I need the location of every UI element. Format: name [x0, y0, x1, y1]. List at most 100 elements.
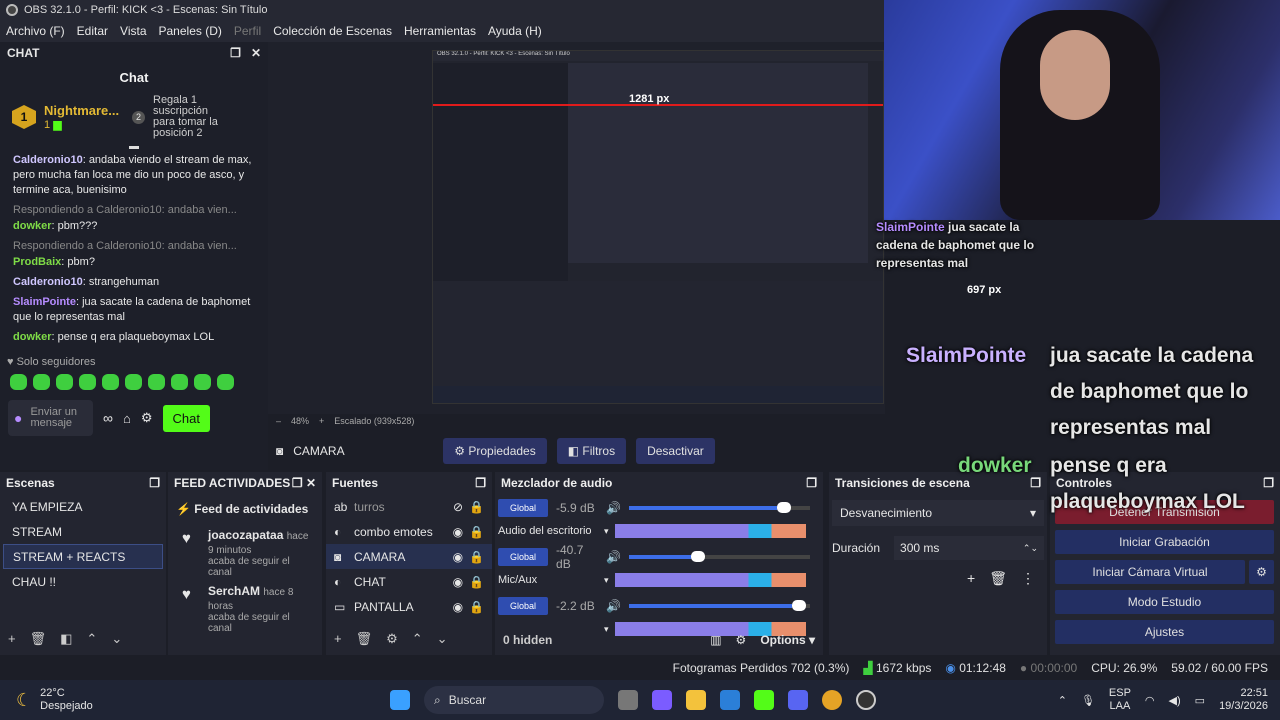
emote-icon[interactable]	[194, 374, 211, 390]
language-indicator[interactable]: ESP LAA	[1109, 687, 1131, 713]
float-icon[interactable]: ❐	[149, 476, 160, 490]
add-icon[interactable]: +	[8, 631, 16, 647]
infinity-icon[interactable]: ∞	[103, 410, 113, 426]
store-icon[interactable]: ⌂	[123, 411, 131, 426]
visibility-icon[interactable]: ◉	[453, 550, 463, 564]
visibility-icon[interactable]: ◉	[453, 575, 463, 589]
lock-icon[interactable]: 🔒	[469, 500, 484, 514]
menu-coleccion[interactable]: Colección de Escenas	[267, 24, 398, 38]
menu-vista[interactable]: Vista	[114, 24, 152, 38]
zoom-in-button[interactable]: +	[319, 416, 324, 426]
close-icon[interactable]: ✕	[306, 476, 316, 490]
chat-send-button[interactable]: Chat	[162, 404, 210, 432]
chat-username[interactable]: dowker	[13, 220, 52, 232]
lock-icon[interactable]: 🔒	[469, 575, 484, 589]
chat-input[interactable]: ● Enviar un mensaje	[8, 400, 93, 436]
menu-ayuda[interactable]: Ayuda (H)	[482, 24, 548, 38]
source-item[interactable]: ◐ combo emotes ◉ 🔒	[326, 519, 492, 544]
filter-icon[interactable]: ◧	[60, 631, 72, 647]
duration-spinbox[interactable]: 300 ms ⌃⌄	[894, 536, 1044, 560]
track-name[interactable]: Global	[498, 499, 549, 517]
menu-herramientas[interactable]: Herramientas	[398, 24, 482, 38]
feed-user[interactable]: SerchAM	[208, 584, 260, 598]
mixer-gear-icon[interactable]: ⚙	[736, 633, 747, 647]
lock-icon[interactable]: 🔒	[469, 550, 484, 564]
visibility-icon[interactable]: ◉	[453, 600, 463, 614]
source-item[interactable]: ab turros ⊘ 🔒	[326, 494, 492, 519]
zoom-out-button[interactable]: –	[276, 416, 281, 426]
scene-item[interactable]: STREAM + REACTS	[3, 544, 163, 569]
volume-icon[interactable]: 🔊	[606, 501, 621, 515]
emote-icon[interactable]	[79, 374, 96, 390]
taskbar-search[interactable]: ⌕ Buscar	[424, 686, 604, 714]
clock[interactable]: 22:51 19/3/2026	[1219, 687, 1268, 713]
track-name[interactable]: Global	[498, 548, 549, 566]
menu-paneles[interactable]: Paneles (D)	[153, 24, 228, 38]
up-icon[interactable]: ⌃	[412, 631, 423, 647]
float-icon[interactable]: ❐	[475, 476, 486, 490]
visibility-icon[interactable]: ⊘	[453, 500, 463, 514]
chat-username[interactable]: dowker	[13, 331, 52, 343]
kick-icon[interactable]	[754, 690, 774, 710]
up-icon[interactable]: ⌃	[86, 631, 97, 647]
chat-username[interactable]: ProdBaix	[13, 256, 61, 268]
float-icon[interactable]: ❐	[292, 476, 303, 490]
chevron-up-icon[interactable]: ⌃	[1058, 694, 1067, 707]
studio-mode-button[interactable]: Modo Estudio	[1055, 590, 1274, 614]
track-name[interactable]: Global	[498, 597, 549, 615]
source-item[interactable]: ◐ CHAT ◉ 🔒	[326, 569, 492, 594]
float-icon[interactable]: ❐	[806, 476, 817, 490]
trash-icon[interactable]: 🗑	[989, 570, 1007, 587]
feed-user[interactable]: joacozapataa	[208, 528, 283, 542]
options-button[interactable]: Options ▾	[760, 633, 815, 647]
virtual-cam-settings-icon[interactable]: ⚙	[1249, 560, 1274, 584]
volume-icon[interactable]: 🔊	[606, 599, 621, 613]
pinned-name[interactable]: Nightmare...	[44, 103, 124, 118]
mic-icon[interactable]: ●	[14, 410, 22, 426]
store-icon[interactable]	[720, 690, 740, 710]
wifi-icon[interactable]: ◠	[1145, 694, 1155, 707]
down-icon[interactable]: ⌄	[437, 631, 448, 647]
filters-button[interactable]: ◧ Filtros	[556, 438, 627, 464]
weather-widget[interactable]: ☾ 22°C Despejado	[0, 687, 300, 713]
volume-slider[interactable]	[628, 502, 810, 513]
down-icon[interactable]: ⌄	[111, 631, 122, 647]
add-icon[interactable]: +	[967, 570, 975, 587]
volume-icon[interactable]: ◀)	[1169, 694, 1181, 707]
emote-icon[interactable]	[33, 374, 50, 390]
chevron-down-icon[interactable]: ▾	[604, 575, 609, 586]
emote-icon[interactable]	[125, 374, 142, 390]
settings-button[interactable]: Ajustes	[1055, 620, 1274, 644]
close-icon[interactable]: ✕	[251, 46, 261, 60]
scene-item[interactable]: CHAU !!	[3, 569, 163, 594]
properties-button[interactable]: ⚙ Propiedades	[443, 438, 547, 464]
deactivate-button[interactable]: Desactivar	[636, 438, 715, 464]
discord-icon[interactable]	[788, 690, 808, 710]
volume-slider[interactable]	[628, 551, 810, 562]
stepper-icon[interactable]: ⌃⌄	[1023, 543, 1038, 554]
lock-icon[interactable]: 🔒	[469, 600, 484, 614]
file-explorer-icon[interactable]	[686, 690, 706, 710]
trash-icon[interactable]: 🗑	[356, 631, 373, 647]
battery-icon[interactable]: ▭	[1195, 694, 1205, 707]
obs-icon[interactable]	[856, 690, 876, 710]
start-recording-button[interactable]: Iniciar Grabación	[1055, 530, 1274, 554]
add-icon[interactable]: +	[334, 631, 342, 647]
emote-icon[interactable]	[217, 374, 234, 390]
mic-icon[interactable]: 🎙	[1081, 694, 1095, 707]
emote-icon[interactable]	[171, 374, 188, 390]
scroll-down-icon[interactable]: ▬	[0, 142, 268, 152]
menu-editar[interactable]: Editar	[71, 24, 114, 38]
gear-icon[interactable]: ⚙	[386, 631, 398, 647]
chat-username[interactable]: SlaimPointe	[13, 296, 76, 308]
emote-icon[interactable]	[56, 374, 73, 390]
volume-icon[interactable]: 🔊	[606, 550, 621, 564]
task-view-icon[interactable]	[618, 690, 638, 710]
menu-archivo[interactable]: Archivo (F)	[0, 24, 71, 38]
start-virtual-cam-button[interactable]: Iniciar Cámara Virtual	[1055, 560, 1245, 584]
scene-item[interactable]: YA EMPIEZA	[3, 494, 163, 519]
chat-username[interactable]: Calderonio10	[13, 276, 83, 288]
layout-icon[interactable]: ▥	[710, 633, 721, 647]
chrome-icon[interactable]	[822, 690, 842, 710]
chevron-down-icon[interactable]: ▾	[604, 526, 609, 537]
